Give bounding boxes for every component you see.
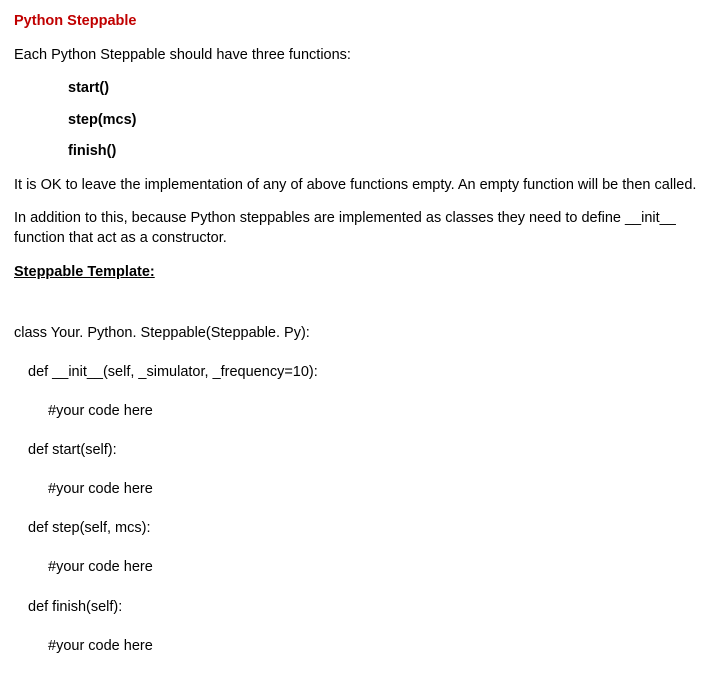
code-line: def finish(self): <box>28 598 706 618</box>
code-line: def step(self, mcs): <box>28 519 706 539</box>
code-block: class Your. Python. Steppable(Steppable.… <box>14 304 706 676</box>
paragraph: It is OK to leave the implementation of … <box>14 176 706 196</box>
code-line: #your code here <box>48 480 706 500</box>
section-heading: Steppable Template: <box>14 263 706 283</box>
function-list: start() step(mcs) finish() <box>14 79 706 162</box>
code-line: #your code here <box>48 637 706 657</box>
page-title: Python Steppable <box>14 12 706 32</box>
function-item: finish() <box>68 142 706 162</box>
intro-paragraph: Each Python Steppable should have three … <box>14 46 706 66</box>
function-item: step(mcs) <box>68 111 706 131</box>
function-item: start() <box>68 79 706 99</box>
code-line: def start(self): <box>28 441 706 461</box>
code-line: #your code here <box>48 558 706 578</box>
code-line: def __init__(self, _simulator, _frequenc… <box>28 363 706 383</box>
code-line: #your code here <box>48 402 706 422</box>
paragraph: In addition to this, because Python step… <box>14 209 706 248</box>
code-line: class Your. Python. Steppable(Steppable.… <box>14 324 706 344</box>
